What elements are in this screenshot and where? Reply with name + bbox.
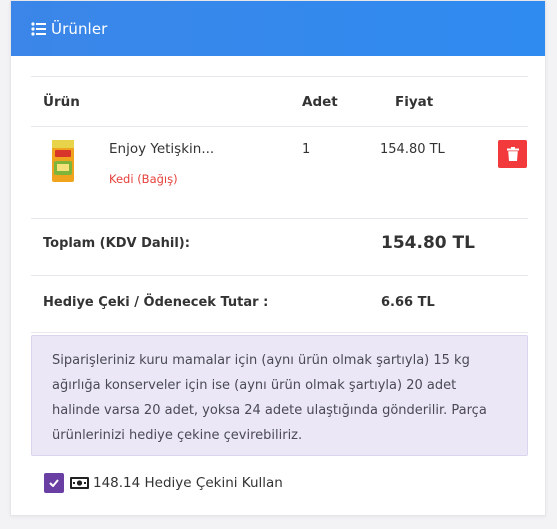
use-gift-label[interactable]: 148.14 Hediye Çekini Kullan [93,475,283,491]
use-gift-checkbox[interactable] [44,473,64,493]
table-header-row: Ürün Adet Fiyat [31,76,528,126]
gift-payable-value: 6.66 TL [381,295,435,310]
product-category: Kedi (Bağış) [109,172,178,186]
table-row: Enjoy Yetişkin... Kedi (Bağış) 1 154.80 … [31,126,528,218]
total-value: 154.80 TL [381,233,475,253]
money-icon [70,477,89,489]
products-card: Ürünler Ürün Adet Fiyat Enjoy Yetişkin..… [10,0,546,516]
shipping-notice: Siparişleriniz kuru mamalar için (aynı ü… [31,335,528,456]
gift-payable-row: Hediye Çeki / Ödenecek Tutar : 6.66 TL [31,275,528,333]
total-row: Toplam (KDV Dahil): 154.80 TL [31,218,528,275]
list-icon [31,21,46,36]
trash-icon [506,147,519,161]
column-header-price: Fiyat [395,94,434,110]
product-bag-icon[interactable] [51,139,75,183]
use-gift-voucher-option[interactable]: 148.14 Hediye Çekini Kullan [44,473,283,493]
card-title: Ürünler [51,19,108,38]
product-price: 154.80 TL [380,142,445,157]
check-icon [49,479,59,487]
product-name[interactable]: Enjoy Yetişkin... [109,141,214,157]
total-label: Toplam (KDV Dahil): [43,236,190,251]
gift-payable-label: Hediye Çeki / Ödenecek Tutar : [43,295,269,310]
delete-item-button[interactable] [498,140,527,168]
column-header-quantity: Adet [302,94,338,110]
column-header-product: Ürün [43,94,80,110]
card-header: Ürünler [11,1,545,56]
cart-table: Ürün Adet Fiyat Enjoy Yetişkin... Kedi (… [31,76,528,333]
product-quantity: 1 [302,142,311,157]
